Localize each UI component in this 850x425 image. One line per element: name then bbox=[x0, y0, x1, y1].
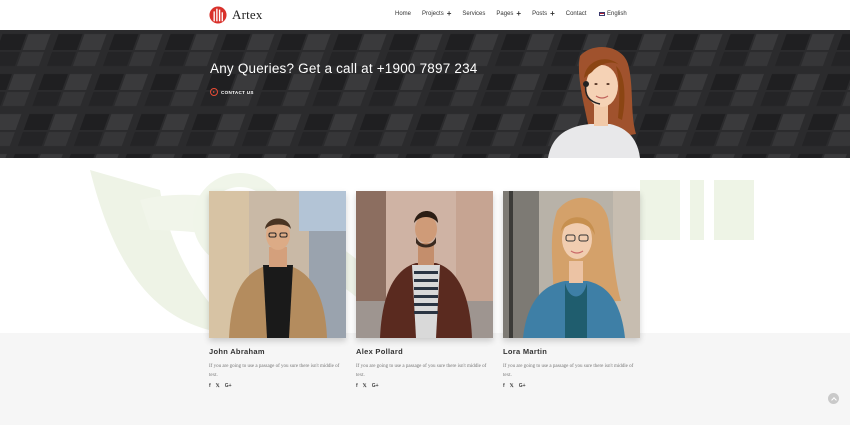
site-header: Artex Home Projects + Services Pages + Pos… bbox=[0, 0, 850, 30]
team-card-alex: Alex Pollard If you are going to use a p… bbox=[356, 191, 493, 389]
team-member-name: John Abraham bbox=[209, 347, 265, 356]
call-banner: Any Queries? Get a call at +1900 7897 23… bbox=[0, 30, 850, 158]
language-selector[interactable]: English bbox=[599, 11, 627, 17]
brand-name: Artex bbox=[232, 7, 263, 22]
team-member-bio: If you are going to use a passage of you… bbox=[209, 364, 340, 378]
team-member-bio: If you are going to use a passage of you… bbox=[503, 364, 634, 378]
google-plus-icon[interactable]: G+ bbox=[519, 383, 526, 389]
nav-label: Contact bbox=[565, 11, 587, 17]
facebook-icon[interactable]: f bbox=[209, 383, 211, 389]
scroll-to-top-button[interactable] bbox=[828, 393, 839, 404]
nav-label: Pages bbox=[496, 11, 514, 17]
nav-item-services[interactable]: Services bbox=[462, 11, 485, 17]
nav-label: Projects bbox=[422, 11, 444, 17]
nav-item-pages[interactable]: Pages + bbox=[496, 9, 522, 18]
x-icon[interactable]: 𝕏 bbox=[510, 383, 514, 389]
plus-icon: + bbox=[516, 9, 522, 18]
nav-label: Services bbox=[462, 11, 486, 17]
nav-item-posts[interactable]: Posts + bbox=[532, 9, 555, 18]
logo-icon bbox=[209, 6, 227, 24]
us-flag-icon bbox=[599, 12, 605, 16]
banner-background bbox=[0, 30, 850, 158]
social-links: f 𝕏 G+ bbox=[356, 383, 493, 389]
support-agent-photo bbox=[548, 46, 640, 158]
team-photo[interactable] bbox=[503, 191, 640, 338]
play-icon bbox=[210, 88, 218, 96]
x-icon[interactable]: 𝕏 bbox=[363, 383, 367, 389]
team-member-name: Alex Pollard bbox=[356, 347, 403, 356]
plus-icon: + bbox=[446, 9, 452, 18]
team-member-name: Lora Martin bbox=[503, 347, 548, 356]
google-plus-icon[interactable]: G+ bbox=[372, 383, 379, 389]
contact-us-label: CONTACT US bbox=[221, 89, 254, 95]
x-icon[interactable]: 𝕏 bbox=[216, 383, 220, 389]
banner-headline: Any Queries? Get a call at +1900 7897 23… bbox=[210, 61, 478, 76]
nav-label: Home bbox=[395, 11, 412, 17]
facebook-icon[interactable]: f bbox=[503, 383, 505, 389]
facebook-icon[interactable]: f bbox=[356, 383, 358, 389]
contact-us-button[interactable]: CONTACT US bbox=[210, 88, 254, 96]
team-card-lora: Lora Martin If you are going to use a pa… bbox=[503, 191, 640, 389]
team-photo[interactable] bbox=[209, 191, 346, 338]
social-links: f 𝕏 G+ bbox=[209, 383, 346, 389]
team-photo[interactable] bbox=[356, 191, 493, 338]
brand-logo[interactable]: Artex bbox=[209, 6, 263, 24]
team-member-bio: If you are going to use a passage of you… bbox=[356, 364, 487, 378]
team-card-john: John Abraham If you are going to use a p… bbox=[209, 191, 346, 389]
language-label: English bbox=[607, 11, 627, 17]
nav-label: Posts bbox=[532, 11, 548, 17]
nav-item-contact[interactable]: Contact bbox=[566, 11, 587, 17]
nav-item-projects[interactable]: Projects + bbox=[422, 9, 452, 18]
google-plus-icon[interactable]: G+ bbox=[225, 383, 232, 389]
social-links: f 𝕏 G+ bbox=[503, 383, 640, 389]
nav-item-home[interactable]: Home bbox=[395, 11, 411, 17]
main-nav: Home Projects + Services Pages + Posts + Co… bbox=[395, 9, 597, 18]
plus-icon: + bbox=[550, 9, 555, 18]
